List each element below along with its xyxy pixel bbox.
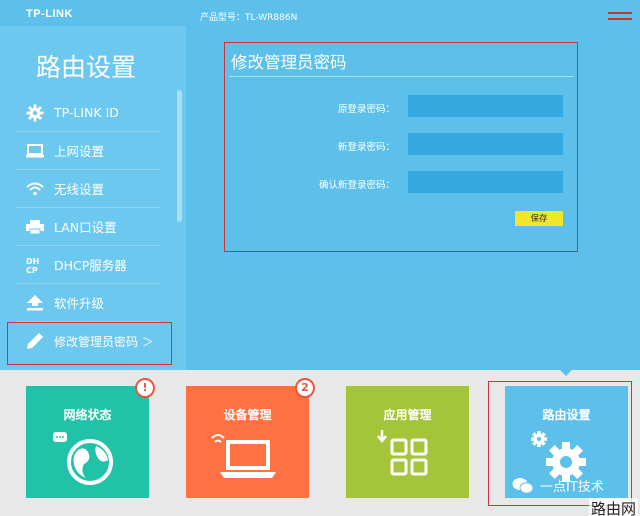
confirm-password-input[interactable] [408, 171, 563, 193]
old-password-label: 原登录密码： [337, 104, 395, 115]
confirm-password-label: 确认新登录密码： [318, 180, 395, 191]
watermark-text: 一点IT技术 [540, 480, 604, 495]
tp-link-logo: TP-LINK [26, 8, 73, 20]
sidebar-item-tp-link-id[interactable]: TP-LINK ID [16, 94, 160, 132]
globe-icon [53, 432, 113, 485]
change-password-panel: 修改管理员密码 原登录密码： 新登录密码： 确认新登录密码： 保存 [224, 42, 578, 252]
sidebar-item-lan[interactable]: LAN口设置 [16, 208, 160, 246]
sidebar-item-label: TP-LINK ID [54, 105, 119, 120]
panel-title: 修改管理员密码 [231, 53, 347, 72]
wifi-icon [24, 179, 46, 199]
tile-network-status[interactable]: 网络状态 ! [26, 378, 155, 498]
svg-text:DH: DH [26, 257, 39, 266]
tile-device-management[interactable]: 设备管理 2 [186, 378, 315, 498]
sidebar-item-dhcp[interactable]: DH CP DHCP服务器 [16, 246, 160, 284]
panel-divider [229, 76, 573, 77]
tile-label: 网络状态 [63, 408, 112, 422]
main-panel: TP-LINK 产品型号：TL-WR886N 路由设置 TP-LINK ID 上… [0, 0, 640, 370]
tile-app-management[interactable]: 应用管理 [346, 386, 469, 498]
laptop-icon [211, 434, 276, 478]
gear-icon [24, 103, 46, 123]
watermark: 一点IT技术 [512, 476, 604, 495]
sidebar: 路由设置 TP-LINK ID 上网设置 无线设置 LAN口设置 DH CP D… [0, 26, 186, 370]
tile-label: 应用管理 [383, 408, 432, 422]
new-password-label: 新登录密码： [337, 142, 395, 153]
svg-text:CP: CP [26, 266, 38, 274]
alert-badge: ! [135, 378, 155, 398]
monitor-icon [24, 141, 46, 161]
printer-icon [24, 217, 46, 237]
sidebar-item-label: 上网设置 [54, 144, 105, 159]
sidebar-item-label: DHCP服务器 [54, 258, 127, 273]
sidebar-scrollbar[interactable] [177, 90, 182, 222]
dhcp-icon: DH CP [24, 255, 46, 275]
sidebar-title: 路由设置 [35, 53, 136, 82]
apps-icon [377, 430, 428, 476]
upload-icon [24, 293, 46, 313]
highlight-box-sidebar [7, 322, 172, 365]
save-button[interactable]: 保存 [515, 211, 563, 226]
sidebar-item-label: 无线设置 [54, 182, 105, 197]
wechat-icon [512, 477, 534, 494]
old-password-input[interactable] [408, 95, 563, 117]
exit-icon[interactable] [608, 10, 632, 20]
product-model: 产品型号：TL-WR886N [200, 13, 298, 23]
active-tile-pointer [556, 366, 576, 376]
sidebar-item-label: 软件升级 [54, 296, 105, 311]
sidebar-item-upgrade[interactable]: 软件升级 [16, 284, 160, 322]
tile-label: 设备管理 [223, 408, 272, 422]
sidebar-item-label: LAN口设置 [54, 220, 117, 235]
sidebar-nav: TP-LINK ID 上网设置 无线设置 LAN口设置 DH CP DHCP服务… [16, 94, 160, 360]
sidebar-item-wireless[interactable]: 无线设置 [16, 170, 160, 208]
new-password-input[interactable] [408, 133, 563, 155]
sidebar-item-internet[interactable]: 上网设置 [16, 132, 160, 170]
site-watermark: 路由网 [588, 498, 638, 516]
count-badge: 2 [295, 378, 315, 398]
